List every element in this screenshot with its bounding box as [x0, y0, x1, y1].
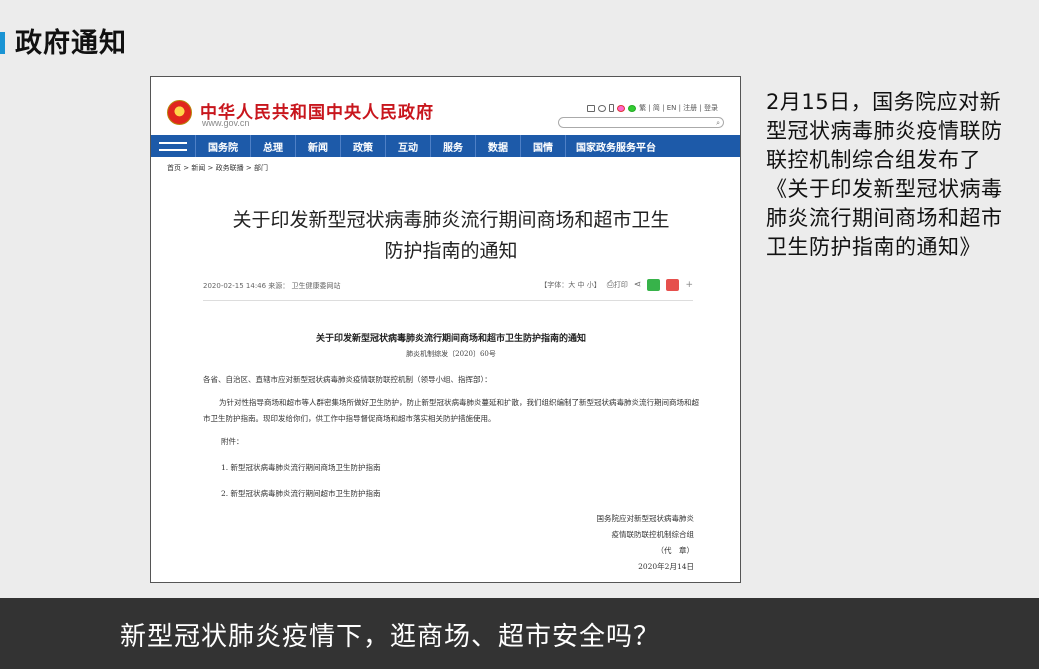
slide-header: 政府通知 [0, 24, 127, 59]
article-title-line-2: 防护指南的通知 [384, 240, 518, 262]
nav-item-data[interactable]: 数据 [475, 135, 520, 157]
nav-item-interaction[interactable]: 互动 [385, 135, 430, 157]
title-accent-bar [0, 32, 5, 54]
attachment-link-2[interactable]: 2. 新型冠状病毒肺炎流行期间超市卫生防护指南 [221, 486, 381, 502]
meta-divider [203, 300, 693, 301]
article-title-line-1: 关于印发新型冠状病毒肺炎流行期间商场和超市卫生 [232, 209, 670, 231]
sign-line-1: 国务院应对新型冠状病毒肺炎 [596, 514, 695, 523]
attachment-label: 附件： [221, 437, 244, 446]
document-address: 各省、自治区、直辖市应对新型冠状病毒肺炎疫情联防联控机制（领导小组、指挥部）： [203, 375, 492, 384]
plus-icon[interactable]: + [685, 280, 693, 290]
site-url: www.gov.cn [202, 118, 250, 128]
sign-line-2: 疫情联防联控机制综合组 [611, 530, 695, 539]
article-meta: 2020-02-15 14:46 来源： 卫生健康委网站 【字体：大 中 小】 … [203, 279, 693, 293]
wechat-share-icon[interactable] [647, 279, 661, 291]
publish-info: 2020-02-15 14:46 来源： 卫生健康委网站 [203, 282, 341, 290]
nav-building-icon [151, 135, 195, 157]
article-title: 关于印发新型冠状病毒肺炎流行期间商场和超市卫生 防护指南的通知 [171, 205, 731, 267]
gov-header: 中华人民共和国中央人民政府 www.gov.cn 繁 | 简 | EN | 注册… [151, 77, 740, 135]
nav-item-premier[interactable]: 总理 [250, 135, 295, 157]
print-button[interactable]: ⎙打印 [607, 280, 628, 290]
caption-bar: 新型冠状肺炎疫情下，逛商场、超市安全吗？ [0, 598, 1039, 669]
gov-website-screenshot: 中华人民共和国中央人民政府 www.gov.cn 繁 | 简 | EN | 注册… [150, 76, 741, 583]
document-heading: 关于印发新型冠状病毒肺炎流行期间商场和超市卫生防护指南的通知 [315, 334, 586, 344]
font-size-selector[interactable]: 【字体：大 中 小】 [540, 280, 600, 290]
article-tools: 【字体：大 中 小】 ⎙打印 ⋖ + [540, 279, 693, 291]
side-description: 2月15日，国务院应对新型冠状病毒肺炎疫情联防联控机制综合组发布了《关于印发新型… [766, 90, 1003, 259]
nav-item-services[interactable]: 服务 [430, 135, 475, 157]
nav-item-state-council[interactable]: 国务院 [195, 135, 250, 157]
language-login-links[interactable]: 繁 | 简 | EN | 注册 | 登录 [639, 103, 718, 113]
national-emblem-icon [167, 100, 192, 125]
main-nav: 国务院 总理 新闻 政策 互动 服务 数据 国情 国家政务服务平台 [151, 135, 740, 157]
weibo-icon[interactable] [617, 104, 626, 112]
document-body: 为针对性指导商场和超市等人群密集场所做好卫生防护，防止新型冠状病毒肺炎蔓延和扩散… [203, 398, 699, 423]
nav-item-policy[interactable]: 政策 [340, 135, 385, 157]
attachment-link-1[interactable]: 1. 新型冠状病毒肺炎流行期间商场卫生防护指南 [221, 460, 381, 476]
nav-item-news[interactable]: 新闻 [295, 135, 340, 157]
nav-item-national-info[interactable]: 国情 [520, 135, 565, 157]
share-icon[interactable]: ⋖ [634, 280, 642, 290]
mobile-icon[interactable] [609, 104, 615, 112]
nav-item-service-platform[interactable]: 国家政务服务平台 [565, 135, 666, 157]
breadcrumb[interactable]: 首页 > 新闻 > 政务联播 > 部门 [167, 163, 268, 173]
print-label: 打印 [613, 281, 628, 289]
sign-date: 2020年2月14日 [638, 562, 694, 571]
bottom-caption: 新型冠状肺炎疫情下，逛商场、超市安全吗？ [120, 622, 661, 652]
weibo-share-icon[interactable] [666, 279, 680, 291]
mail-icon[interactable] [587, 104, 596, 112]
search-icon[interactable]: ⌕ [716, 119, 720, 127]
document-signature: 国务院应对新型冠状病毒肺炎 疫情联防联控机制综合组 （代 章） 2020年2月1… [597, 511, 695, 575]
sign-line-3: （代 章） [656, 546, 695, 555]
search-input[interactable]: ⌕ [558, 117, 724, 128]
slide-title: 政府通知 [15, 27, 127, 59]
top-links: 繁 | 简 | EN | 注册 | 登录 [587, 103, 718, 113]
print-icon: ⎙ [606, 280, 614, 290]
clock-icon[interactable] [598, 104, 607, 112]
document-number: 肺炎机制综发〔2020〕60号 [406, 350, 496, 358]
wechat-icon[interactable] [628, 104, 637, 112]
